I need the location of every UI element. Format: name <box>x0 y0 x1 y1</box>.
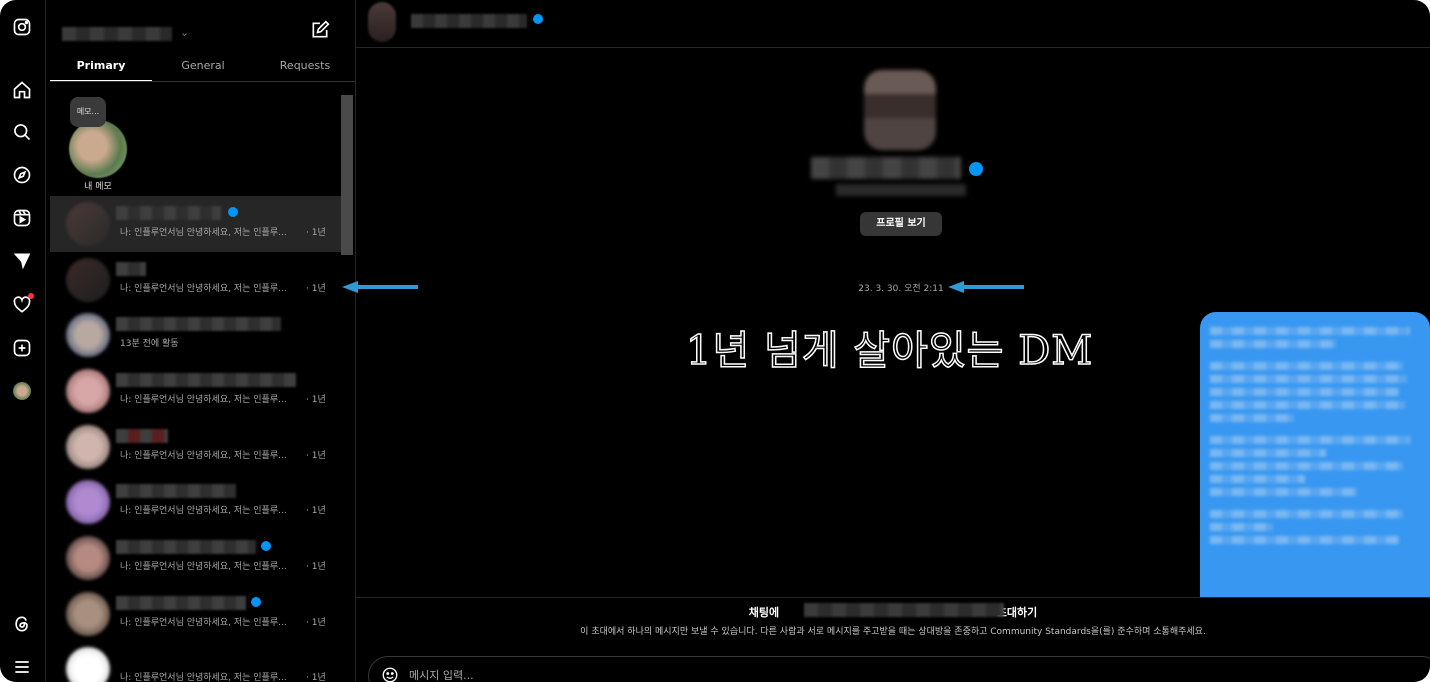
view-profile-button[interactable]: 프로필 보기 <box>860 212 942 236</box>
menu-icon[interactable] <box>11 656 33 678</box>
contact-name-redacted <box>116 484 236 498</box>
notification-dot <box>28 293 34 299</box>
message-preview: 나: 인플루언서님 안녕하세요, 저는 인플루... <box>120 451 287 461</box>
message-time: · 1년 <box>306 562 326 572</box>
message-time: · 1년 <box>306 284 326 294</box>
messages-icon[interactable] <box>11 250 33 272</box>
my-note-avatar[interactable] <box>69 120 127 178</box>
contact-name-redacted <box>116 429 168 443</box>
thread-list-panel: ⌄ Primary General Requests 메모... 내 메모 나:… <box>50 0 418 682</box>
invite-name-redacted <box>804 603 1004 617</box>
account-name-redacted[interactable] <box>62 27 172 41</box>
left-rail <box>0 0 46 682</box>
chat-panel: 프로필 보기 23. 3. 30. 오전 2:11 1년 넘게 살아있는 DM <box>356 0 1430 682</box>
avatar <box>66 258 110 302</box>
profile-name-redacted <box>811 157 961 179</box>
outgoing-message-bubble[interactable] <box>1200 312 1430 597</box>
thread-row[interactable]: 나: 인플루언서님 안녕하세요, 저는 인플루... · 1년 <box>50 252 341 308</box>
message-input[interactable]: 메시지 입력... <box>368 656 1430 682</box>
tab-requests[interactable]: Requests <box>254 56 356 81</box>
instagram-logo-icon[interactable] <box>11 16 33 38</box>
contact-name-redacted <box>116 317 281 331</box>
message-time: · 1년 <box>306 228 326 238</box>
my-note-label: 내 메모 <box>84 182 112 192</box>
note-bubble[interactable]: 메모... <box>70 97 106 127</box>
emoji-icon[interactable] <box>381 666 399 682</box>
message-preview: 나: 인플루언서님 안녕하세요, 저는 인플루... <box>120 506 287 516</box>
message-preview: 나: 인플루언서님 안녕하세요, 저는 인플루... <box>120 618 287 628</box>
profile-avatar-icon[interactable] <box>11 380 33 402</box>
verified-badge-icon <box>533 14 543 24</box>
verified-badge-icon <box>251 597 261 607</box>
avatar <box>66 480 110 524</box>
verified-badge-icon <box>228 207 238 217</box>
avatar <box>66 425 110 469</box>
message-input-placeholder: 메시지 입력... <box>409 669 474 682</box>
message-preview: 나: 인플루언서님 안녕하세요, 저는 인플루... <box>120 284 287 294</box>
app-window: ⌄ Primary General Requests 메모... 내 메모 나:… <box>0 0 1430 682</box>
home-icon[interactable] <box>11 79 33 101</box>
profile-subtitle-redacted <box>836 184 966 196</box>
avatar <box>66 202 110 246</box>
thread-row[interactable]: 13분 전에 활동 <box>50 307 341 363</box>
avatar <box>66 313 110 357</box>
invite-description: 이 초대에서 하나의 메시지만 보낼 수 있습니다. 다른 사람과 서로 메시지… <box>580 627 1206 637</box>
verified-badge-icon <box>969 162 983 176</box>
verified-badge-icon <box>261 541 271 551</box>
header-avatar[interactable] <box>368 2 396 42</box>
tab-general[interactable]: General <box>152 56 254 81</box>
chevron-down-icon[interactable]: ⌄ <box>180 26 189 39</box>
message-preview: 나: 인플루언서님 안녕하세요, 저는 인플루... <box>120 673 287 682</box>
threads-icon[interactable] <box>11 613 33 635</box>
thread-row[interactable]: 나: 인플루언서님 안녕하세요, 저는 인플루... · 1년 <box>50 586 341 642</box>
contact-name-redacted <box>116 262 146 276</box>
avatar <box>66 536 110 580</box>
create-icon[interactable] <box>11 337 33 359</box>
avatar <box>66 369 110 413</box>
contact-name-redacted <box>116 206 221 220</box>
avatar <box>66 647 110 682</box>
thread-row[interactable]: 나: 인플루언서님 안녕하세요, 저는 인플루... · 1년 <box>50 474 341 530</box>
overlay-caption: 1년 넘게 살아있는 DM <box>685 327 1094 375</box>
contact-name-redacted <box>116 540 256 554</box>
invite-banner: 채팅에 초대하기 이 초대에서 하나의 메시지만 보낼 수 있습니다. 다른 사… <box>356 597 1430 647</box>
contact-name-redacted <box>116 373 296 387</box>
thread-tabs: Primary General Requests <box>50 56 356 82</box>
thread-list-scrollbar[interactable] <box>341 95 353 255</box>
compose-icon[interactable] <box>310 20 330 40</box>
message-time: · 1년 <box>306 395 326 405</box>
annotation-arrow-left-icon <box>948 281 1024 293</box>
profile-avatar <box>864 70 936 150</box>
notifications-heart-icon[interactable] <box>11 293 34 316</box>
thread-row[interactable]: 나: 인플루언서님 안녕하세요, 저는 인플루... · 1년 <box>50 530 341 586</box>
contact-name-redacted <box>116 596 246 610</box>
header-name-redacted[interactable] <box>411 14 527 28</box>
chat-header <box>356 0 1430 48</box>
message-time: · 1년 <box>306 618 326 628</box>
reels-icon[interactable] <box>11 207 33 229</box>
thread-row[interactable]: 나: 인플루언서님 안녕하세요, 저는 인플루... · 1년 <box>50 363 341 419</box>
message-preview: 나: 인플루언서님 안녕하세요, 저는 인플루... <box>120 562 287 572</box>
message-time: · 1년 <box>306 451 326 461</box>
thread-row[interactable]: 나: 인플루언서님 안녕하세요, 저는 인플루... · 1년 <box>50 641 341 682</box>
message-time: · 1년 <box>306 506 326 516</box>
tab-primary[interactable]: Primary <box>50 56 152 81</box>
avatar <box>66 592 110 636</box>
thread-row[interactable]: 나: 인플루언서님 안녕하세요, 저는 인플루... · 1년 <box>50 419 341 475</box>
thread-row[interactable]: 나: 인플루언서님 안녕하세요, 저는 인플루... · 1년 <box>50 196 341 252</box>
activity-status: 13분 전에 활동 <box>120 339 179 349</box>
invite-title-prefix: 채팅에 <box>748 606 780 619</box>
message-time: · 1년 <box>306 673 326 682</box>
explore-icon[interactable] <box>11 164 33 186</box>
search-icon[interactable] <box>11 121 33 143</box>
message-preview: 나: 인플루언서님 안녕하세요, 저는 인플루... <box>120 395 287 405</box>
message-preview: 나: 인플루언서님 안녕하세요, 저는 인플루... <box>120 228 287 238</box>
